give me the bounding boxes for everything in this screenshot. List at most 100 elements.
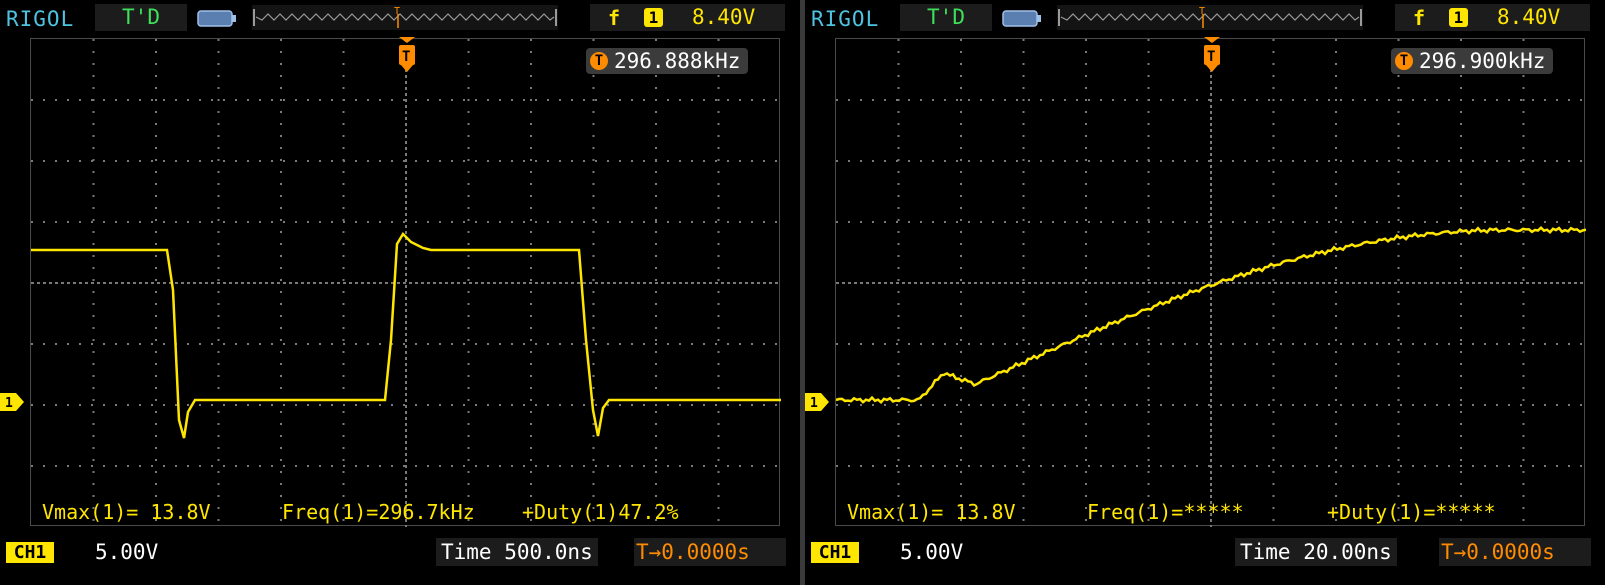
grid-dot <box>235 160 237 162</box>
grid-dot <box>1085 471 1087 473</box>
grid-dot <box>897 219 900 221</box>
grid-dot <box>717 339 720 341</box>
grid-dot <box>1448 160 1450 162</box>
brand-logo: RIGOL <box>811 7 880 31</box>
grid-dot <box>1210 495 1212 498</box>
grid-dot <box>897 279 900 281</box>
grid-dot <box>1272 495 1275 497</box>
grid-dot <box>1262 282 1265 284</box>
grid-dot <box>1190 282 1193 284</box>
grid-dot <box>405 375 407 378</box>
grid-dot <box>145 282 148 284</box>
grid-dot <box>1460 404 1462 406</box>
grid-dot <box>960 99 962 101</box>
grid-dot <box>960 291 962 293</box>
trigger-settings[interactable]: f 1 8.40V <box>590 4 785 31</box>
grid-dot <box>217 63 220 65</box>
grid-dot <box>1052 404 1054 406</box>
grid-dot <box>1397 171 1400 173</box>
grid-dot <box>655 267 657 269</box>
grid-dot <box>1085 63 1087 65</box>
grid-dot <box>1064 404 1066 406</box>
grid-dot <box>592 231 595 233</box>
grid-dot <box>547 465 549 467</box>
grid-dot <box>235 404 237 406</box>
grid-dot <box>1424 99 1426 101</box>
grid-dot <box>405 249 407 252</box>
grid-dot <box>283 221 285 223</box>
grid-dot <box>467 183 470 185</box>
grid-dot <box>721 282 724 284</box>
grid-dot <box>1352 282 1355 284</box>
grid-dot <box>992 404 994 406</box>
grid-dot <box>1147 315 1150 317</box>
grid-dot <box>595 160 597 162</box>
grid-dot <box>463 282 466 284</box>
grid-dot <box>897 303 900 305</box>
grid-dot <box>932 404 934 406</box>
grid-dot <box>897 375 900 377</box>
grid-dot <box>717 447 720 449</box>
grid-dot <box>1184 99 1186 101</box>
grid-dot <box>1022 387 1025 389</box>
grid-dot <box>1052 343 1054 345</box>
measurement-duty: +Duty(1)47.2% <box>522 500 679 524</box>
grid-dot <box>92 411 95 413</box>
grid-dot <box>530 267 532 269</box>
grid-dot <box>1268 465 1270 467</box>
grid-dot <box>932 282 935 284</box>
grid-dot <box>92 459 95 461</box>
grid-dot <box>155 483 157 485</box>
grid-dot <box>920 404 922 406</box>
grid-dot <box>1250 282 1253 284</box>
grid-dot <box>1040 221 1042 223</box>
grid-dot <box>751 160 753 162</box>
grid-dot <box>571 343 573 345</box>
grid-dot <box>530 87 532 89</box>
grid-dot <box>295 160 297 162</box>
grid-dot <box>199 465 201 467</box>
grid-dot <box>1085 303 1087 305</box>
grid-dot <box>427 282 430 284</box>
grid-dot <box>745 282 748 284</box>
grid-dot <box>968 160 970 162</box>
grid-dot <box>405 81 407 84</box>
grid-dot <box>1522 495 1525 497</box>
channel-1-label[interactable]: CH1 <box>6 542 54 563</box>
grid-dot <box>1244 99 1246 101</box>
grid-dot <box>217 507 220 509</box>
grid-dot <box>1210 93 1212 96</box>
grid-dot <box>155 363 157 365</box>
grid-dot <box>280 327 282 329</box>
grid-dot <box>405 189 407 192</box>
grid-dot <box>1238 282 1241 284</box>
grid-dot <box>405 243 407 246</box>
grid-dot <box>625 282 628 284</box>
grid-dot <box>467 255 470 257</box>
grid-dot <box>848 221 850 223</box>
grid-dot <box>467 147 470 149</box>
grid-dot <box>530 147 532 149</box>
grid-dot <box>405 219 407 222</box>
grid-dot <box>1272 315 1275 317</box>
trigger-settings[interactable]: f 1 8.40V <box>1395 4 1590 31</box>
grid-dot <box>655 195 657 197</box>
trigger-position-marker-icon: T <box>399 37 415 72</box>
grid-dot <box>1397 135 1400 137</box>
grid-dot <box>1147 423 1150 425</box>
grid-dot <box>1304 465 1306 467</box>
grid-dot <box>155 399 157 401</box>
grid-dot <box>1544 160 1546 162</box>
grid-dot <box>1556 282 1559 284</box>
grid-dot <box>467 435 470 437</box>
grid-dot <box>1514 282 1517 284</box>
grid-dot <box>1335 447 1337 449</box>
grid-dot <box>217 435 220 437</box>
grid-dot <box>163 99 165 101</box>
grid-dot <box>1522 219 1525 221</box>
channel-1-label[interactable]: CH1 <box>811 542 859 563</box>
grid-dot <box>409 282 412 284</box>
grid-dot <box>1210 489 1212 492</box>
grid-dot <box>1208 160 1210 162</box>
grid-dot <box>897 147 900 149</box>
